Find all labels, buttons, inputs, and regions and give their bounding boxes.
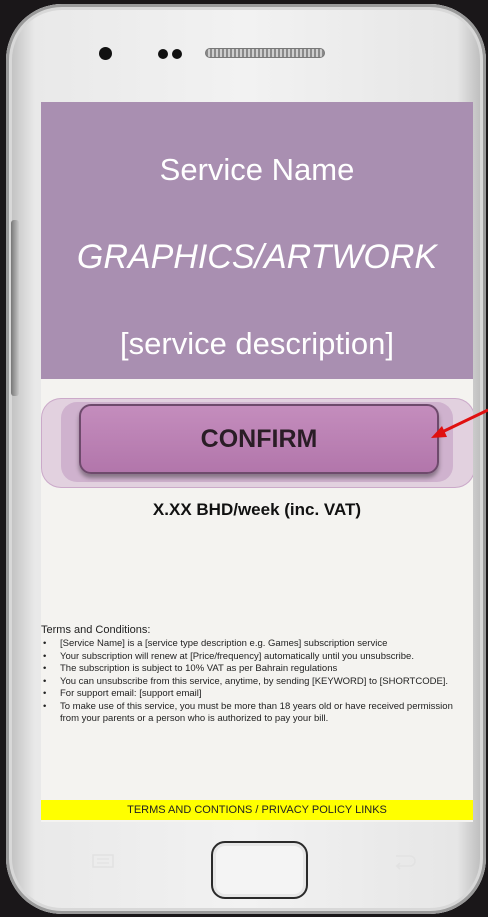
service-description: [service description]: [120, 326, 394, 361]
confirm-button[interactable]: CONFIRM: [79, 404, 439, 474]
speaker-grill: [205, 48, 325, 58]
sensor-dot: [172, 49, 182, 59]
price-text: X.XX BHD/week (inc. VAT): [152, 500, 362, 519]
terms-privacy-links[interactable]: TERMS AND CONTIONS / PRIVACY POLICY LINK…: [41, 800, 473, 820]
terms-item: [Service Name] is a [service type descri…: [41, 638, 469, 651]
terms-item: To make use of this service, you must be…: [41, 701, 469, 726]
terms-item: For support email: [support email]: [41, 688, 469, 701]
terms-list: [Service Name] is a [service type descri…: [41, 638, 469, 726]
menu-icon[interactable]: [92, 854, 114, 868]
back-icon[interactable]: [392, 852, 416, 870]
terms-item: You can unsubscribe from this service, a…: [41, 676, 469, 689]
phone-screen: Service Name GRAPHICS/ARTWORK [service d…: [41, 102, 473, 822]
graphics-artwork-label: GRAPHICS/ARTWORK: [76, 238, 438, 276]
side-volume-button: [11, 220, 19, 396]
terms-item: The subscription is subject to 10% VAT a…: [41, 663, 469, 676]
sensor-dot: [158, 49, 168, 59]
red-arrow-icon: [431, 408, 488, 438]
hero-banner: Service Name GRAPHICS/ARTWORK [service d…: [41, 102, 473, 379]
home-button[interactable]: [211, 841, 308, 899]
terms-title: Terms and Conditions:: [41, 624, 151, 636]
terms-item: Your subscription will renew at [Price/f…: [41, 651, 469, 664]
camera-dot: [99, 47, 112, 60]
service-name: Service Name: [159, 152, 355, 187]
